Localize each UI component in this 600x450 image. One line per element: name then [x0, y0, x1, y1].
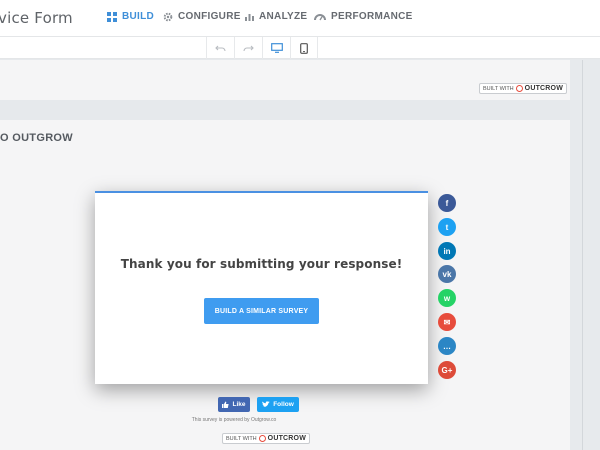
- built-with-badge-top[interactable]: BUILT WITH OUTCROW: [479, 83, 568, 94]
- nav-configure-label: CONFIGURE: [178, 11, 241, 22]
- nav-build[interactable]: BUILD: [107, 11, 154, 22]
- googleplus-share-icon[interactable]: G+: [438, 361, 456, 379]
- nav-analyze-label: ANALYZE: [259, 11, 308, 22]
- twitter-share-icon[interactable]: t: [438, 218, 456, 236]
- nav-performance-label: PERFORMANCE: [331, 11, 413, 22]
- vk-share-icon[interactable]: vk: [438, 265, 456, 283]
- editor-toolbar: [0, 37, 600, 59]
- right-scroll-area: [570, 60, 600, 450]
- outgrow-logo-icon: [258, 435, 266, 442]
- brand-heading: O OUTGROW: [0, 132, 73, 144]
- built-with-prefix: BUILT WITH: [226, 435, 257, 442]
- build-similar-survey-button[interactable]: BUILD A SIMILAR SURVEY: [204, 298, 319, 324]
- chat-share-icon[interactable]: …: [438, 337, 456, 355]
- linkedin-share-icon[interactable]: in: [438, 242, 456, 260]
- googleplus-glyph: G+: [441, 365, 453, 375]
- twitter-follow-button[interactable]: Follow: [257, 397, 299, 412]
- top-nav-bar: vice Form BUILD CONFIGURE ANALYZE PERFOR…: [0, 0, 600, 37]
- speedometer-icon: [314, 14, 326, 21]
- redo-icon: [243, 45, 254, 52]
- desktop-preview-button[interactable]: [262, 37, 290, 59]
- vertical-divider: [582, 60, 583, 450]
- built-with-brand: OUTCROW: [267, 435, 307, 442]
- twitter-glyph: t: [445, 222, 449, 232]
- mobile-preview-icon: [300, 42, 308, 54]
- email-share-icon[interactable]: ✉: [438, 313, 456, 331]
- bar-chart-icon: [245, 14, 254, 21]
- thank-you-message: Thank you for submitting your response!: [120, 257, 403, 271]
- chat-glyph: …: [443, 341, 451, 351]
- undo-icon: [215, 45, 226, 52]
- like-label: Like: [232, 401, 246, 408]
- email-glyph: ✉: [443, 317, 451, 327]
- app-title: vice Form: [0, 9, 73, 27]
- mobile-preview-button[interactable]: [290, 37, 318, 59]
- nav-performance[interactable]: PERFORMANCE: [314, 11, 413, 22]
- follow-label: Follow: [273, 401, 294, 408]
- outgrow-logo-icon: [515, 85, 523, 92]
- build-grid-icon: [107, 11, 117, 22]
- built-with-brand: OUTCROW: [524, 85, 564, 92]
- thank-you-modal: Thank you for submitting your response! …: [95, 191, 428, 384]
- facebook-share-icon[interactable]: f: [438, 194, 456, 212]
- linkedin-glyph: in: [443, 246, 451, 256]
- thumbs-up-icon: [222, 401, 230, 408]
- gear-icon: [163, 12, 173, 21]
- facebook-glyph: f: [445, 198, 449, 208]
- whatsapp-glyph: w: [443, 293, 451, 303]
- undo-button[interactable]: [206, 37, 234, 59]
- facebook-like-button[interactable]: Like: [218, 397, 250, 412]
- powered-by-text: This survey is powered by Outgrow.co: [191, 417, 277, 423]
- vk-glyph: vk: [442, 269, 452, 279]
- nav-analyze[interactable]: ANALYZE: [245, 11, 307, 22]
- whatsapp-share-icon[interactable]: w: [438, 289, 456, 307]
- page-header-preview: [0, 60, 570, 100]
- nav-configure[interactable]: CONFIGURE: [163, 11, 241, 22]
- built-with-prefix: BUILT WITH: [483, 85, 514, 92]
- built-with-badge-bottom[interactable]: BUILT WITH OUTCROW: [222, 433, 311, 444]
- desktop-preview-icon: [270, 43, 283, 53]
- twitter-bird-icon: [262, 401, 271, 408]
- nav-build-label: BUILD: [122, 11, 155, 22]
- redo-button[interactable]: [234, 37, 262, 59]
